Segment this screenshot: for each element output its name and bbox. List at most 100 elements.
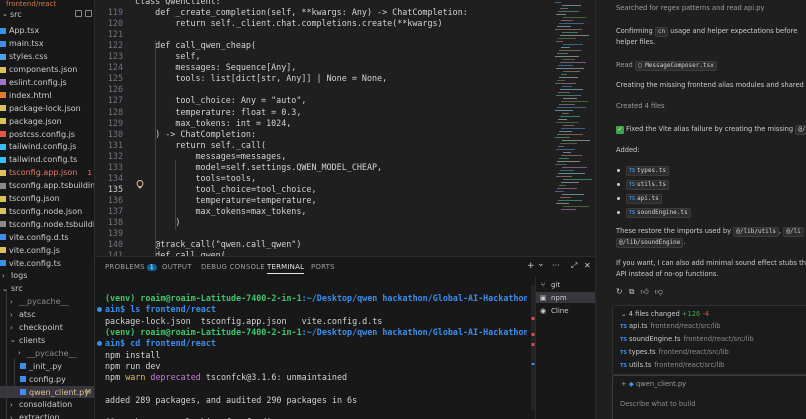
thumbs-up-icon[interactable]: 👍︎ [640,287,648,297]
code-line[interactable]: return self._client.chat.completions.cre… [135,18,442,28]
tab-problems[interactable]: PROBLEMS 1 [105,263,157,271]
context-attachment[interactable]: + ◆ qwen_client.py [621,380,686,388]
terminal-instance[interactable]: ◉ Cline [536,305,595,316]
file-item[interactable]: package.json [0,115,94,128]
minimap-line [558,200,582,201]
file-item[interactable]: styles.css [0,50,94,63]
tab-debug-console[interactable]: DEBUG CONSOLE [201,263,265,271]
changed-file-row[interactable]: TS types.ts frontend/react/src/lib [620,348,729,356]
folder-item[interactable]: › atsc [0,308,94,321]
code-line[interactable]: temperature: float = 0.3, [135,107,301,117]
minimap-line [557,107,586,108]
added-file-4[interactable]: TS soundEngine.ts [626,207,806,218]
code-line[interactable]: tools=tools, [135,173,257,183]
minimap-line [560,35,589,36]
folder-item[interactable]: › logs [0,270,94,283]
file-item[interactable]: components.json [0,63,94,76]
retry-icon[interactable]: ↻ [616,287,623,297]
chat-input[interactable]: + ◆ qwen_client.py Describe what to buil… [612,375,806,419]
status-badge: 1 [87,168,92,177]
code-line[interactable]: max_tokens=max_tokens, [135,206,307,216]
code-line[interactable]: def call_qwen_cheap( [135,40,256,50]
terminal-instance[interactable]: ⑂ git [536,279,595,290]
file-item[interactable]: vite.config.d.ts [0,231,94,244]
file-item[interactable]: App.tsx [0,25,94,38]
new-terminal-icon[interactable]: + [527,261,535,271]
code-line[interactable]: ) -> ChatCompletion: [135,129,256,139]
added-file-1[interactable]: TS types.ts [626,165,806,176]
code-line[interactable]: def _create_completion(self, **kwargs: A… [135,7,468,17]
file-item[interactable]: vite.config.ts [0,257,94,270]
line-number: 119 [107,7,123,18]
item-label: styles.css [9,52,48,62]
terminal-line: npm run dev [105,361,527,371]
code-line[interactable]: tool_choice: Any = "auto", [135,95,306,105]
code-line[interactable]: messages: Sequence[Any], [135,62,296,72]
folder-item[interactable]: › __pycache__ [0,295,94,308]
folder-item[interactable]: ⌄ src [0,283,94,296]
terminal-text: :~/Desktop/qwen hackathon/Global-AI-Hack… [301,326,527,337]
folder-item[interactable]: › consolidation [0,399,94,412]
changes-header[interactable]: ⌄ 4 files changed +126 -4 [621,310,709,318]
read-line: Read ▢ MessageComposer.tsx [616,60,806,71]
copy-icon[interactable]: ⧉ [629,287,635,297]
code-line[interactable]: ) [135,217,180,227]
terminal-text: (venv) roaim@roaim-Latitude-7400-2-in-1 [105,293,302,303]
minimap-line [555,137,570,138]
file-item[interactable]: tsconfig.app.json 1 [0,166,94,179]
command-decoration-icon[interactable] [97,341,102,347]
code-line[interactable]: self, [135,51,200,61]
command-decoration-icon[interactable] [97,307,102,313]
file-icon [0,208,6,215]
code-line[interactable]: max_tokens: int = 1024, [135,118,291,128]
folder-item[interactable]: › checkpoint [0,321,94,334]
file-item[interactable]: tsconfig.json [0,192,94,205]
file-item[interactable]: index.html [0,89,94,102]
changed-file-row[interactable]: TS utils.ts frontend/react/src/lib [620,361,724,369]
changed-file-row[interactable]: TS soundEngine.ts frontend/react/src/lib [620,335,754,343]
file-item[interactable]: tailwind.config.ts [0,154,94,167]
file-item[interactable]: tailwind.config.js [0,141,94,154]
tab-ports[interactable]: PORTS [311,263,335,271]
file-item[interactable]: package-lock.json [0,102,94,115]
code-line[interactable]: class QwenClient: [135,0,221,6]
line-number: 126 [107,84,123,95]
code-editor[interactable]: class QwenClient: 119 def _create_complet… [95,0,595,256]
more-actions-icon[interactable]: ··· [552,261,560,270]
minimap-line [559,50,581,51]
added-file-2[interactable]: TS utils.ts [626,179,806,190]
item-label: main.tsx [9,39,44,49]
thumbs-down-icon[interactable]: 👎︎ [655,287,663,297]
file-item[interactable]: eslint.config.js [0,76,94,89]
file-item[interactable]: tsconfig.node.json [0,205,94,218]
code-line[interactable]: tool_choice=tool_choice, [135,184,317,194]
tab-terminal[interactable]: TERMINAL [267,263,305,274]
file-item[interactable]: tsconfig.node.tsbuildin... [0,218,94,231]
code-line[interactable]: tools: list[dict[str, Any]] | None = Non… [135,73,387,83]
lightbulb-icon[interactable] [136,180,144,189]
folder-item[interactable]: › extraction [0,412,94,419]
code-line[interactable]: temperature=temperature, [135,195,317,205]
terminal-instance[interactable]: ▣ npm [536,292,595,303]
file-item[interactable]: main.tsx [0,37,94,50]
code-line[interactable]: messages=messages, [135,151,287,161]
folder-item[interactable]: ⌄ clients [0,334,94,347]
minimap[interactable] [553,0,593,256]
code-line[interactable]: model=self.settings.QWEN_MODEL_CHEAP, [135,162,383,172]
terminal-output[interactable]: (venv) roaim@roaim-Latitude-7400-2-in-1:… [95,285,527,419]
file-item[interactable]: tsconfig.app.tsbuildinfo [0,179,94,192]
file-chip[interactable]: ▢ MessageComposer.tsx [634,61,717,71]
collapse-all-icon[interactable] [75,10,82,17]
file-item[interactable]: vite.config.js [0,244,94,257]
tab-output[interactable]: OUTPUT [162,263,192,271]
changed-file-row[interactable]: TS api.ts frontend/react/src/lib [620,322,721,330]
maximize-panel-icon[interactable]: ⤢ [571,261,577,271]
added-file-3[interactable]: TS api.ts [626,193,806,204]
file-item[interactable]: postcss.config.js [0,128,94,141]
close-panel-icon[interactable]: ✕ [584,261,591,270]
add-context-icon[interactable]: + [621,380,629,388]
refresh-icon[interactable] [85,10,92,17]
explorer-src-folder[interactable]: ⌄ src [0,8,94,20]
terminal-dropdown-icon[interactable]: ⌄ [537,259,545,269]
code-line[interactable]: @track_call("qwen.call_qwen") [135,239,301,249]
